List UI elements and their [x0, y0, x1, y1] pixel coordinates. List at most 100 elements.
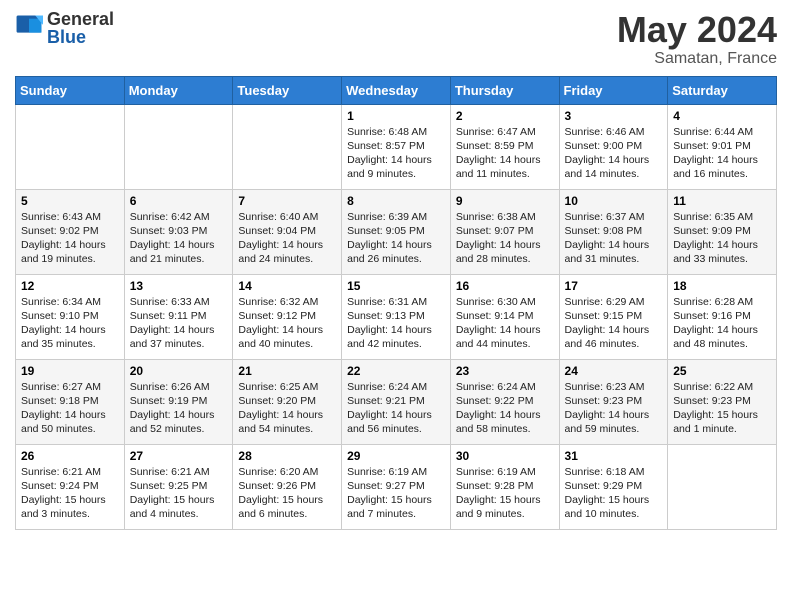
calendar-cell: 17 Sunrise: 6:29 AMSunset: 9:15 PMDayligh…: [559, 274, 668, 359]
month-title: May 2024: [617, 10, 777, 50]
cell-content: Sunrise: 6:19 AMSunset: 9:28 PMDaylight:…: [456, 465, 554, 522]
calendar-cell: 15 Sunrise: 6:31 AMSunset: 9:13 PMDayligh…: [342, 274, 451, 359]
col-friday: Friday: [559, 76, 668, 104]
calendar-cell: 10 Sunrise: 6:37 AMSunset: 9:08 PMDayligh…: [559, 189, 668, 274]
calendar-body: 1 Sunrise: 6:48 AMSunset: 8:57 PMDaylight…: [16, 104, 777, 529]
calendar-cell: 5 Sunrise: 6:43 AMSunset: 9:02 PMDaylight…: [16, 189, 125, 274]
day-number: 12: [21, 279, 119, 293]
cell-content: Sunrise: 6:40 AMSunset: 9:04 PMDaylight:…: [238, 210, 336, 267]
day-number: 23: [456, 364, 554, 378]
calendar-cell: 9 Sunrise: 6:38 AMSunset: 9:07 PMDaylight…: [450, 189, 559, 274]
logo-icon: [15, 14, 43, 42]
day-number: 3: [565, 109, 663, 123]
cell-content: Sunrise: 6:32 AMSunset: 9:12 PMDaylight:…: [238, 295, 336, 352]
cell-content: Sunrise: 6:20 AMSunset: 9:26 PMDaylight:…: [238, 465, 336, 522]
col-saturday: Saturday: [668, 76, 777, 104]
cell-content: Sunrise: 6:30 AMSunset: 9:14 PMDaylight:…: [456, 295, 554, 352]
calendar-cell: 1 Sunrise: 6:48 AMSunset: 8:57 PMDaylight…: [342, 104, 451, 189]
day-number: 16: [456, 279, 554, 293]
cell-content: Sunrise: 6:24 AMSunset: 9:22 PMDaylight:…: [456, 380, 554, 437]
calendar-cell: 27 Sunrise: 6:21 AMSunset: 9:25 PMDayligh…: [124, 444, 233, 529]
calendar-cell: 6Sunrise: 6:42 AMSunset: 9:03 PMDaylight…: [124, 189, 233, 274]
col-tuesday: Tuesday: [233, 76, 342, 104]
cell-content: Sunrise: 6:48 AMSunset: 8:57 PMDaylight:…: [347, 125, 445, 182]
col-thursday: Thursday: [450, 76, 559, 104]
cell-content: Sunrise: 6:31 AMSunset: 9:13 PMDaylight:…: [347, 295, 445, 352]
day-number: 6: [130, 194, 228, 208]
cell-content: Sunrise: 6:18 AMSunset: 9:29 PMDaylight:…: [565, 465, 663, 522]
cell-content: Sunrise: 6:19 AMSunset: 9:27 PMDaylight:…: [347, 465, 445, 522]
cell-content: Sunrise: 6:27 AMSunset: 9:18 PMDaylight:…: [21, 380, 119, 437]
cell-content: Sunrise: 6:44 AMSunset: 9:01 PMDaylight:…: [673, 125, 771, 182]
day-number: 17: [565, 279, 663, 293]
cell-content: Sunrise: 6:21 AMSunset: 9:24 PMDaylight:…: [21, 465, 119, 522]
calendar-cell: [124, 104, 233, 189]
day-number: 31: [565, 449, 663, 463]
week-row-3: 12 Sunrise: 6:34 AMSunset: 9:10 PMDayligh…: [16, 274, 777, 359]
logo-general: General: [47, 10, 114, 28]
logo-blue: Blue: [47, 28, 114, 46]
calendar-table: Sunday Monday Tuesday Wednesday Thursday…: [15, 76, 777, 530]
col-sunday: Sunday: [16, 76, 125, 104]
cell-content: Sunrise: 6:26 AMSunset: 9:19 PMDaylight:…: [130, 380, 228, 437]
cell-content: Sunrise: 6:24 AMSunset: 9:21 PMDaylight:…: [347, 380, 445, 437]
day-number: 9: [456, 194, 554, 208]
calendar-cell: 7 Sunrise: 6:40 AMSunset: 9:04 PMDaylight…: [233, 189, 342, 274]
week-row-4: 19 Sunrise: 6:27 AMSunset: 9:18 PMDayligh…: [16, 359, 777, 444]
week-row-2: 5 Sunrise: 6:43 AMSunset: 9:02 PMDaylight…: [16, 189, 777, 274]
cell-content: Sunrise: 6:37 AMSunset: 9:08 PMDaylight:…: [565, 210, 663, 267]
calendar-cell: 2 Sunrise: 6:47 AMSunset: 8:59 PMDaylight…: [450, 104, 559, 189]
calendar-cell: 19 Sunrise: 6:27 AMSunset: 9:18 PMDayligh…: [16, 359, 125, 444]
calendar-cell: 22 Sunrise: 6:24 AMSunset: 9:21 PMDayligh…: [342, 359, 451, 444]
cell-content: Sunrise: 6:43 AMSunset: 9:02 PMDaylight:…: [21, 210, 119, 267]
cell-content: Sunrise: 6:23 AMSunset: 9:23 PMDaylight:…: [565, 380, 663, 437]
day-number: 30: [456, 449, 554, 463]
calendar-cell: 8 Sunrise: 6:39 AMSunset: 9:05 PMDaylight…: [342, 189, 451, 274]
day-number: 10: [565, 194, 663, 208]
day-number: 5: [21, 194, 119, 208]
calendar-cell: [233, 104, 342, 189]
cell-content: Sunrise: 6:38 AMSunset: 9:07 PMDaylight:…: [456, 210, 554, 267]
cell-content: Sunrise: 6:21 AMSunset: 9:25 PMDaylight:…: [130, 465, 228, 522]
calendar-cell: 24Sunrise: 6:23 AMSunset: 9:23 PMDayligh…: [559, 359, 668, 444]
day-number: 27: [130, 449, 228, 463]
calendar-cell: 21Sunrise: 6:25 AMSunset: 9:20 PMDayligh…: [233, 359, 342, 444]
day-number: 11: [673, 194, 771, 208]
col-wednesday: Wednesday: [342, 76, 451, 104]
day-number: 29: [347, 449, 445, 463]
day-number: 22: [347, 364, 445, 378]
day-number: 2: [456, 109, 554, 123]
cell-content: Sunrise: 6:34 AMSunset: 9:10 PMDaylight:…: [21, 295, 119, 352]
cell-content: Sunrise: 6:28 AMSunset: 9:16 PMDaylight:…: [673, 295, 771, 352]
cell-content: Sunrise: 6:25 AMSunset: 9:20 PMDaylight:…: [238, 380, 336, 437]
calendar-cell: 11Sunrise: 6:35 AMSunset: 9:09 PMDayligh…: [668, 189, 777, 274]
calendar-cell: 23 Sunrise: 6:24 AMSunset: 9:22 PMDayligh…: [450, 359, 559, 444]
calendar-cell: 29 Sunrise: 6:19 AMSunset: 9:27 PMDayligh…: [342, 444, 451, 529]
cell-content: Sunrise: 6:47 AMSunset: 8:59 PMDaylight:…: [456, 125, 554, 182]
week-row-5: 26Sunrise: 6:21 AMSunset: 9:24 PMDayligh…: [16, 444, 777, 529]
day-number: 8: [347, 194, 445, 208]
cell-content: Sunrise: 6:29 AMSunset: 9:15 PMDaylight:…: [565, 295, 663, 352]
day-number: 19: [21, 364, 119, 378]
calendar-cell: 12 Sunrise: 6:34 AMSunset: 9:10 PMDayligh…: [16, 274, 125, 359]
calendar-cell: [16, 104, 125, 189]
logo: General Blue: [15, 10, 114, 46]
day-number: 15: [347, 279, 445, 293]
day-number: 28: [238, 449, 336, 463]
day-number: 18: [673, 279, 771, 293]
calendar-cell: 13Sunrise: 6:33 AMSunset: 9:11 PMDayligh…: [124, 274, 233, 359]
calendar-cell: 28 Sunrise: 6:20 AMSunset: 9:26 PMDayligh…: [233, 444, 342, 529]
calendar-cell: 25 Sunrise: 6:22 AMSunset: 9:23 PMDayligh…: [668, 359, 777, 444]
calendar-cell: 30 Sunrise: 6:19 AMSunset: 9:28 PMDayligh…: [450, 444, 559, 529]
day-number: 25: [673, 364, 771, 378]
calendar-cell: 3Sunrise: 6:46 AMSunset: 9:00 PMDaylight…: [559, 104, 668, 189]
calendar-cell: 31 Sunrise: 6:18 AMSunset: 9:29 PMDayligh…: [559, 444, 668, 529]
day-number: 7: [238, 194, 336, 208]
cell-content: Sunrise: 6:22 AMSunset: 9:23 PMDaylight:…: [673, 380, 771, 437]
cell-content: Sunrise: 6:39 AMSunset: 9:05 PMDaylight:…: [347, 210, 445, 267]
header-row: Sunday Monday Tuesday Wednesday Thursday…: [16, 76, 777, 104]
calendar-cell: 16 Sunrise: 6:30 AMSunset: 9:14 PMDayligh…: [450, 274, 559, 359]
col-monday: Monday: [124, 76, 233, 104]
day-number: 1: [347, 109, 445, 123]
title-block: May 2024 Samatan, France: [617, 10, 777, 68]
